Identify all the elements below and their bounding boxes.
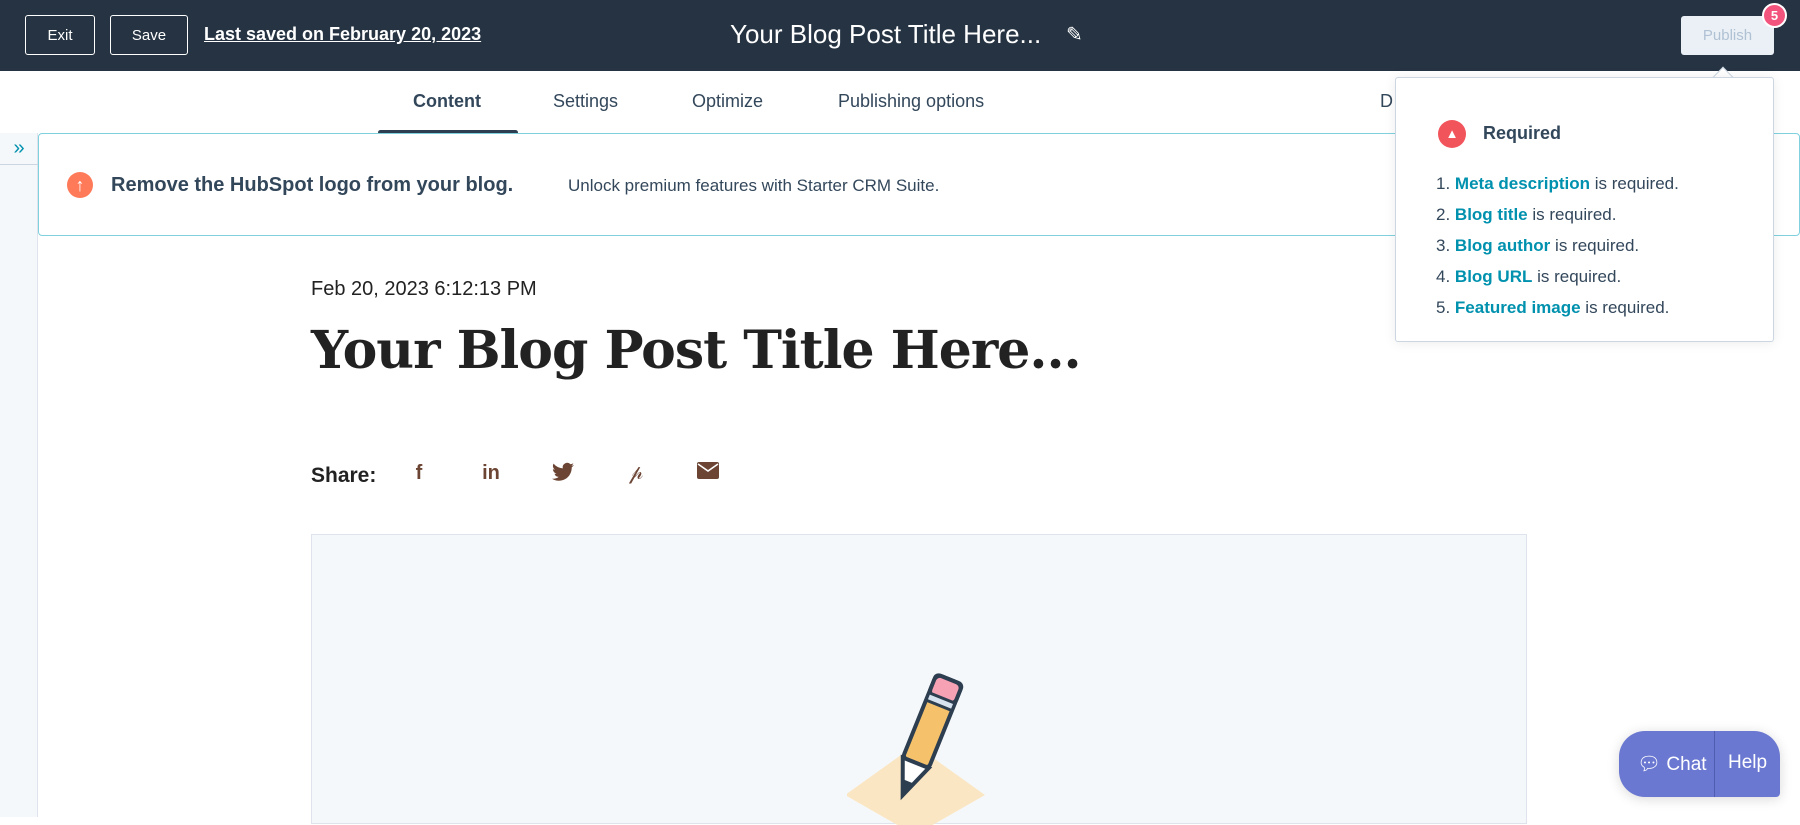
required-item: 5. Featured image is required. (1436, 298, 1679, 329)
help-button[interactable]: Help (1728, 752, 1767, 774)
tab-publishing-options[interactable]: Publishing options (838, 91, 984, 112)
save-button[interactable]: Save (110, 15, 188, 55)
chat-widget: 💬︎ Chat Help (1619, 731, 1780, 797)
sidebar-strip (0, 133, 38, 817)
item-text: is required. (1527, 205, 1617, 224)
chat-button[interactable]: 💬︎ Chat (1637, 752, 1707, 776)
required-item: 3. Blog author is required. (1436, 236, 1679, 267)
featured-image-link[interactable]: Featured image (1455, 298, 1581, 317)
item-text: is required. (1580, 298, 1670, 317)
chat-bubble-icon: 💬︎ (1637, 754, 1662, 775)
expand-sidebar-icon[interactable]: » (0, 133, 38, 165)
item-text: is required. (1590, 174, 1679, 193)
item-number: 1. (1436, 174, 1451, 193)
email-icon[interactable] (695, 462, 721, 485)
item-text: is required. (1550, 236, 1640, 255)
popover-title: Required (1483, 123, 1562, 143)
facebook-icon[interactable]: f (406, 462, 432, 485)
edit-pencil-icon[interactable]: ✎ (1066, 22, 1083, 47)
tab-content[interactable]: Content (413, 91, 481, 112)
linkedin-icon[interactable]: in (478, 462, 504, 485)
item-number: 4. (1436, 267, 1451, 286)
tab-design[interactable]: D (1380, 91, 1393, 112)
tab-optimize[interactable]: Optimize (692, 91, 763, 112)
chat-label: Chat (1666, 754, 1707, 775)
item-text: is required. (1532, 267, 1622, 286)
required-item: 2. Blog title is required. (1436, 205, 1679, 236)
share-label: Share: (311, 464, 377, 487)
meta-description-link[interactable]: Meta description (1455, 174, 1590, 193)
item-number: 3. (1436, 236, 1451, 255)
warning-icon: ▲ (1438, 120, 1466, 148)
last-saved-link[interactable]: Last saved on February 20, 2023 (204, 24, 481, 45)
pinterest-icon[interactable]: 𝓅 (623, 462, 649, 485)
blog-url-link[interactable]: Blog URL (1455, 267, 1532, 286)
arrow-up-icon: ↑ (67, 172, 93, 198)
required-item: 1. Meta description is required. (1436, 174, 1679, 205)
post-date: Feb 20, 2023 6:12:13 PM (311, 278, 537, 300)
editor-header: Exit Save Last saved on February 20, 202… (0, 0, 1800, 71)
post-title-header[interactable]: Your Blog Post Title Here... (730, 19, 1041, 50)
publish-button[interactable]: Publish (1681, 16, 1774, 55)
blog-title-link[interactable]: Blog title (1455, 205, 1528, 224)
item-number: 2. (1436, 205, 1451, 224)
required-item: 4. Blog URL is required. (1436, 267, 1679, 298)
tab-settings[interactable]: Settings (553, 91, 618, 112)
chat-divider (1714, 731, 1715, 797)
twitter-icon[interactable] (550, 462, 576, 488)
post-title[interactable]: Your Blog Post Title Here... (311, 320, 1082, 381)
banner-title: Remove the HubSpot logo from your blog. (111, 174, 514, 196)
required-popover: ▲ Required 1. Meta description is requir… (1395, 77, 1774, 342)
item-number: 5. (1436, 298, 1451, 317)
exit-button[interactable]: Exit (25, 15, 95, 55)
publish-error-badge: 5 (1762, 3, 1787, 28)
blog-author-link[interactable]: Blog author (1455, 236, 1550, 255)
required-list: 1. Meta description is required. 2. Blog… (1436, 174, 1679, 329)
pencil-illustration-icon (847, 673, 985, 825)
banner-subtitle: Unlock premium features with Starter CRM… (568, 176, 940, 195)
featured-image-placeholder[interactable] (311, 534, 1527, 825)
